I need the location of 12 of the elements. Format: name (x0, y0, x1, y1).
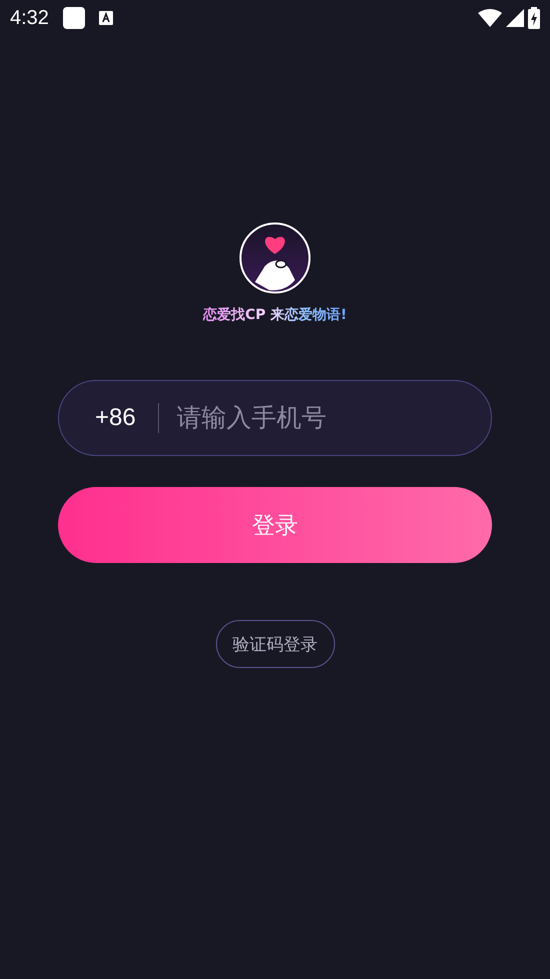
wifi-icon (478, 9, 502, 27)
app-notification-icon (62, 7, 85, 29)
battery-icon (528, 7, 540, 29)
country-code[interactable]: +86 (95, 404, 136, 432)
phone-input-field[interactable]: 请输入手机号 (174, 402, 491, 434)
signal-icon (506, 9, 524, 27)
app-logo-icon (239, 222, 311, 294)
code-login-button[interactable]: 验证码登录 (216, 620, 334, 668)
phone-field[interactable]: +86 请输入手机号 (58, 380, 492, 456)
notification-icon (98, 11, 113, 25)
status-time: 4:32 (10, 6, 49, 30)
app-tagline: 恋爱找CP 来恋爱物语! (203, 306, 347, 324)
